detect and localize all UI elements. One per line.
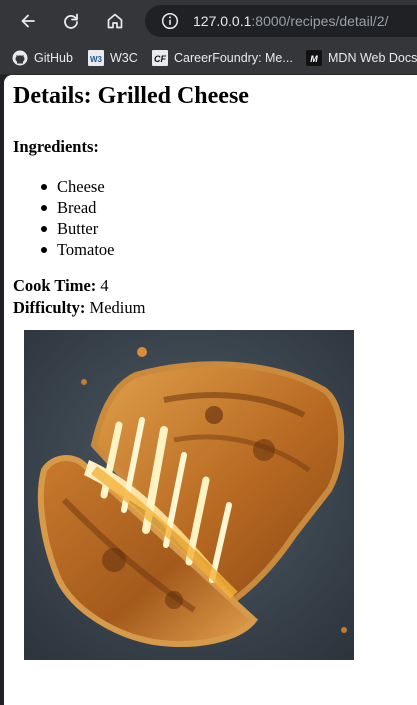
address-bar[interactable]: 127.0.0.1:8000/recipes/detail/2/ [145,5,417,37]
back-button[interactable] [14,7,42,35]
list-item: Butter [41,218,115,239]
careerfoundry-icon: CF [152,50,168,66]
recipe-image [24,330,354,660]
list-item: Cheese [41,176,115,197]
bookmarks-bar: GitHub W3 W3C CF CareerFoundry: Me... M … [0,42,417,75]
github-icon [12,50,28,66]
grilled-cheese-sandwich-photo [24,330,354,660]
browser-toolbar: 127.0.0.1:8000/recipes/detail/2/ [0,0,417,42]
page-title: Details: Grilled Cheese [13,83,249,109]
cook-time-label: Cook Time: [13,276,97,295]
bookmark-w3c[interactable]: W3 W3C [88,48,138,68]
ingredients-list: Cheese Bread Butter Tomatoe [41,176,115,260]
difficulty-label: Difficulty: [13,298,86,317]
bookmark-label: W3C [110,51,138,65]
difficulty-value: Medium [89,298,146,317]
bookmark-label: CareerFoundry: Me... [174,51,293,65]
svg-text:M: M [310,54,318,64]
list-item: Bread [41,197,115,218]
bookmark-label: MDN Web Docs [328,51,417,65]
ingredients-heading: Ingredients: [13,137,99,156]
list-item: Tomatoe [41,240,115,259]
svg-text:CF: CF [154,54,166,64]
reload-button[interactable] [57,7,85,35]
reload-icon [64,13,78,29]
difficulty: Difficulty: Medium [13,298,145,318]
bookmark-label: GitHub [34,51,73,65]
url-text[interactable]: 127.0.0.1:8000/recipes/detail/2/ [193,13,388,29]
home-icon [107,13,123,29]
svg-text:W3: W3 [90,55,103,64]
bookmark-github[interactable]: GitHub [12,48,73,68]
mdn-icon: M [306,50,322,66]
bookmark-careerfoundry[interactable]: CF CareerFoundry: Me... [152,48,293,68]
cook-time: Cook Time: 4 [13,276,109,296]
w3c-icon: W3 [88,50,104,66]
url-host: 127.0.0.1 [193,13,252,29]
cook-time-value: 4 [100,276,109,295]
url-path: :8000/recipes/detail/2/ [251,13,389,29]
home-button[interactable] [101,7,129,35]
info-icon[interactable] [161,12,179,30]
back-arrow-icon [21,14,35,28]
bookmark-mdn[interactable]: M MDN Web Docs [306,48,417,68]
page-viewport: Details: Grilled Cheese Ingredients: Che… [4,75,417,705]
